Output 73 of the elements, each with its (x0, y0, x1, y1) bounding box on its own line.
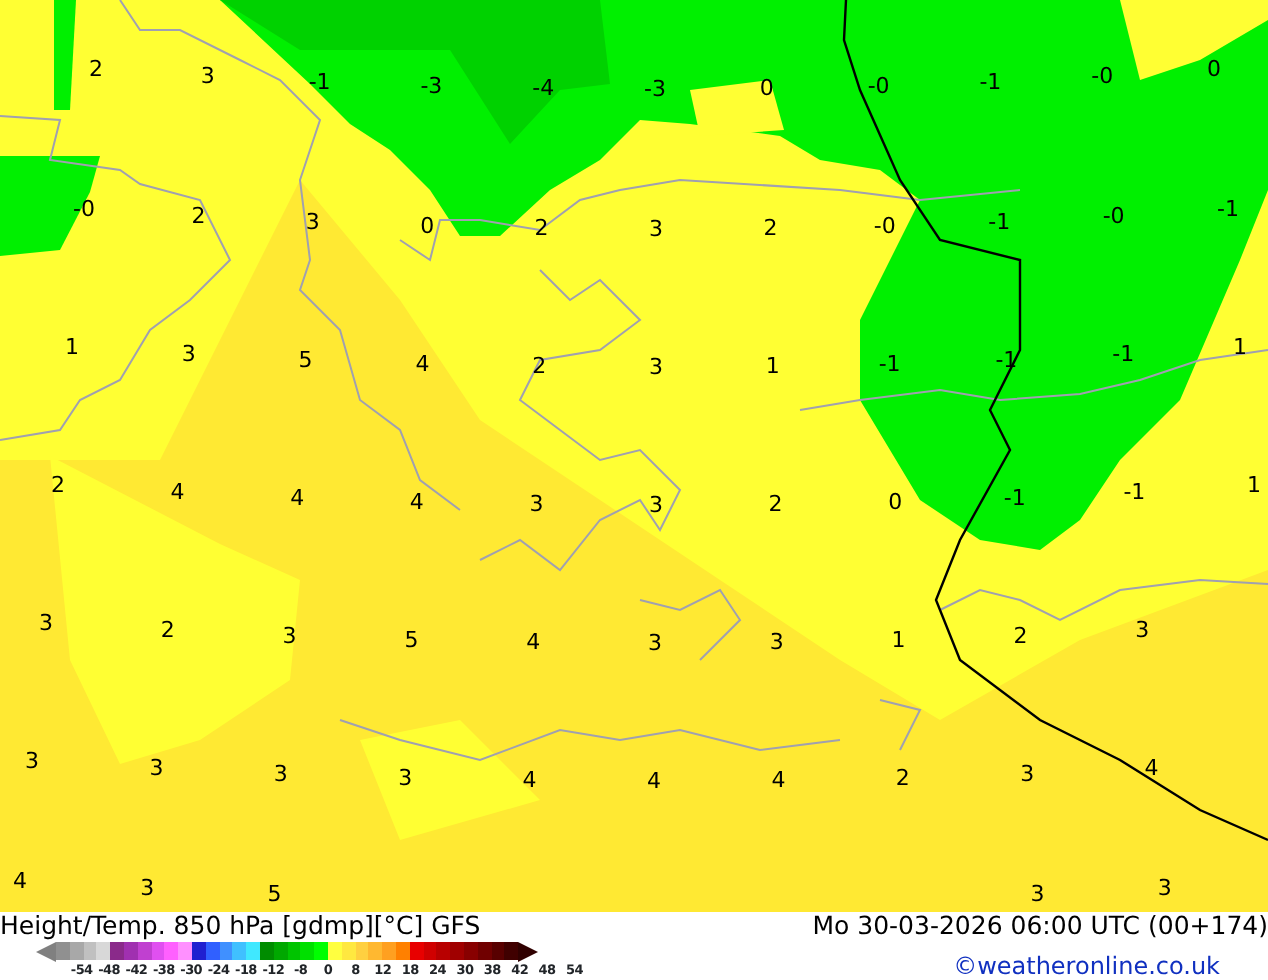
temperature-label: 4 (522, 767, 537, 794)
temperature-label: 3 (149, 755, 164, 782)
temperature-label: 4 (526, 629, 541, 656)
temperature-label: 4 (13, 868, 27, 894)
chart-title: Height/Temp. 850 hPa [gdmp][°C] GFS (0, 912, 481, 940)
temperature-label: 3 (25, 748, 39, 774)
temperature-label: -3 (644, 76, 666, 102)
temperature-label: -1 (988, 208, 1011, 235)
temperature-label: 2 (763, 215, 778, 242)
temperature-label: 3 (39, 610, 53, 636)
forecast-datetime: Mo 30-03-2026 06:00 UTC (00+174) (812, 912, 1268, 940)
temperature-label: 3 (200, 63, 215, 90)
temperature-label: 3 (273, 760, 288, 787)
temperature-label: -0 (1102, 203, 1125, 230)
temperature-label: 4 (290, 484, 305, 511)
temperature-label: -3 (420, 72, 443, 99)
cold-area (54, 0, 76, 110)
temperature-label: 3 (282, 622, 297, 649)
temperature-label: 3 (1135, 617, 1150, 644)
website-credit-link[interactable]: ©weatheronline.co.uk (953, 952, 1220, 980)
temperature-label: -1 (1112, 341, 1135, 368)
temperature-label: -1 (1217, 196, 1239, 222)
temperature-label: -0 (1091, 63, 1114, 90)
temperature-label: 3 (649, 492, 663, 518)
temperature-label: 3 (181, 341, 196, 368)
temperature-label: 3 (769, 629, 784, 656)
temperature-label: 2 (1013, 622, 1028, 649)
temperature-label: 0 (759, 75, 774, 102)
temperature-label: 3 (529, 491, 544, 518)
temperature-label: -1 (979, 68, 1002, 95)
temperature-label: -1 (308, 68, 331, 95)
temperature-label: 3 (398, 764, 413, 791)
temperature-label: 1 (65, 334, 79, 360)
temperature-label: 5 (404, 626, 419, 653)
temperature-label: 1 (1247, 472, 1261, 498)
temperature-label: 4 (170, 479, 185, 506)
temperature-label: 2 (89, 56, 103, 82)
temperature-label: 5 (267, 880, 282, 907)
cold-area (0, 156, 100, 256)
temperature-label: 4 (415, 350, 430, 377)
temperature-label: 1 (891, 626, 906, 653)
temperature-label: 2 (534, 215, 549, 242)
temperature-label: 3 (648, 630, 662, 656)
temperature-label: 3 (1157, 875, 1172, 902)
temperature-label: 4 (1144, 755, 1159, 782)
temperature-label: 1 (765, 353, 780, 380)
temperature-label: 2 (532, 353, 547, 380)
temperature-label: 2 (160, 617, 175, 644)
temperature-label: 1 (1233, 334, 1247, 360)
temperature-label: 3 (1020, 760, 1035, 787)
temperature-label: 0 (888, 488, 903, 515)
temperature-label: 3 (649, 354, 663, 380)
temperature-label: 3 (649, 216, 663, 242)
temperature-label: -1 (1123, 479, 1146, 506)
temperature-label: 2 (51, 472, 65, 498)
temperature-label: 0 (1207, 56, 1221, 82)
temperature-label: -1 (878, 350, 901, 377)
temperature-label: -4 (532, 75, 555, 102)
temperature-label: 2 (768, 491, 783, 518)
temperature-label: 4 (647, 768, 661, 794)
temperature-label: 2 (895, 764, 910, 791)
temperature-label: 0 (420, 212, 435, 239)
temperature-label: 4 (771, 767, 786, 794)
temperature-label: -0 (867, 72, 890, 99)
temperature-label: 3 (1030, 880, 1045, 907)
temperature-label: -1 (1003, 484, 1026, 511)
temperature-label: 3 (305, 208, 320, 235)
temperature-label: 5 (298, 346, 313, 373)
temperature-label: 3 (140, 875, 155, 902)
temperature-label: 4 (409, 488, 424, 515)
temperature-label: 2 (191, 203, 206, 230)
temperature-label: -0 (873, 212, 896, 239)
mild-area (690, 80, 784, 136)
